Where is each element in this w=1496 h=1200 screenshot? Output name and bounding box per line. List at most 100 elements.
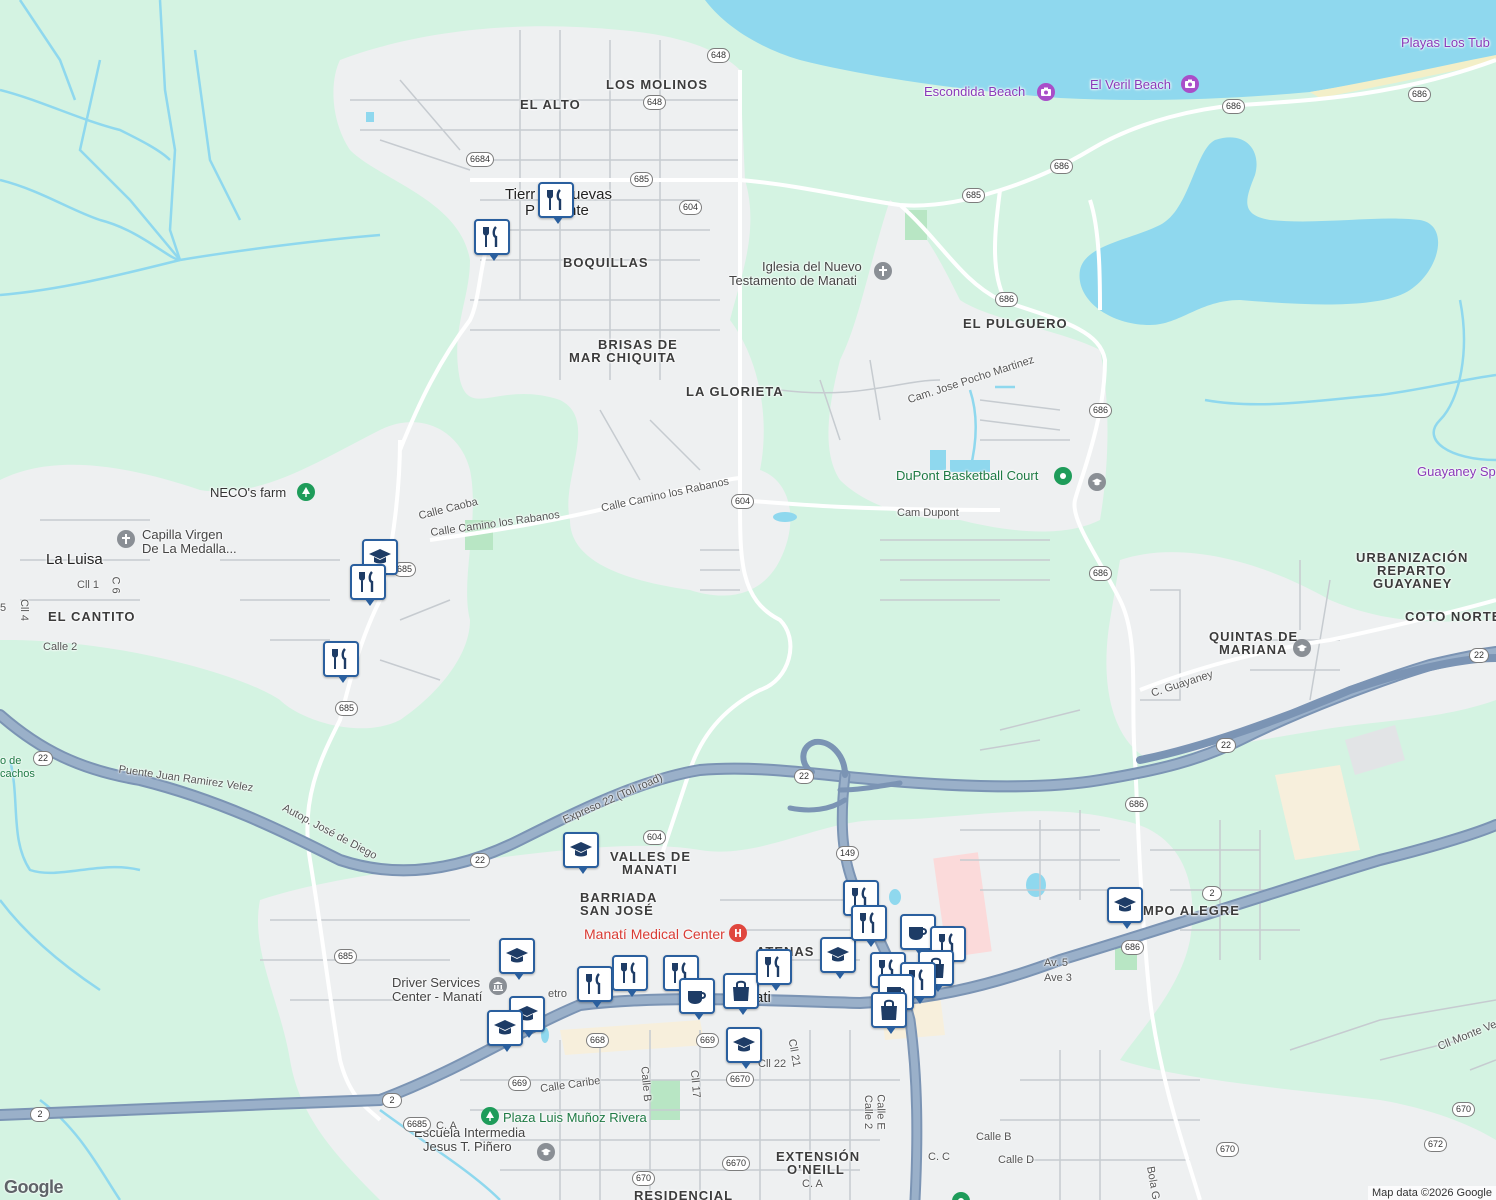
church-cross-icon[interactable] bbox=[117, 530, 135, 548]
park-icon[interactable] bbox=[1054, 467, 1072, 485]
route-shield: 6670 bbox=[726, 1072, 755, 1087]
camera-icon[interactable] bbox=[1181, 75, 1199, 93]
school-pin[interactable] bbox=[820, 937, 856, 979]
school-pin[interactable] bbox=[563, 832, 599, 874]
poi-guayaney[interactable]: Guayaney Sp bbox=[1417, 465, 1496, 479]
area-tierras-nuevas-2: uevas bbox=[572, 186, 613, 203]
route-shield: 685 bbox=[630, 172, 654, 187]
street-cam-dupont: Cam Dupont bbox=[897, 507, 959, 519]
poi-iglesia-1[interactable]: Iglesia del Nuevo bbox=[762, 260, 862, 274]
poi-playas-los-tub[interactable]: Playas Los Tub bbox=[1401, 36, 1490, 50]
school-icon[interactable] bbox=[1293, 639, 1311, 657]
street-cll1: Cll 1 bbox=[77, 579, 100, 591]
poi-driver-2[interactable]: Center - Manatí bbox=[392, 990, 482, 1004]
route-shield: 686 bbox=[1050, 159, 1074, 174]
route-shield: 686 bbox=[995, 292, 1019, 307]
school-icon bbox=[827, 947, 849, 962]
area-valles-2: MANATI bbox=[622, 862, 678, 877]
poi-necos-farm[interactable]: NECO's farm bbox=[210, 486, 286, 500]
school-pin[interactable] bbox=[499, 938, 535, 980]
poi-capilla-2[interactable]: De La Medalla... bbox=[142, 542, 237, 556]
map-base-layer bbox=[0, 0, 1496, 1200]
area-coto-norte: COTO NORTE bbox=[1405, 609, 1496, 624]
route-shield: 2 bbox=[1202, 886, 1222, 901]
poi-driver-1[interactable]: Driver Services bbox=[392, 976, 480, 990]
restaurant-pin[interactable] bbox=[323, 641, 359, 683]
tree-icon[interactable] bbox=[297, 483, 315, 501]
route-shield: 670 bbox=[1452, 1102, 1476, 1117]
hospital-icon[interactable] bbox=[729, 924, 747, 942]
poi-medical-center[interactable]: Manatí Medical Center bbox=[584, 927, 725, 941]
street-av5: Av. 5 bbox=[1044, 957, 1069, 969]
poi-escuela-1[interactable]: Escuela Intermedia bbox=[414, 1126, 525, 1140]
area-la-glorieta: LA GLORIETA bbox=[686, 384, 784, 399]
route-shield: 648 bbox=[643, 95, 667, 110]
area-boquillas: BOQUILLAS bbox=[563, 255, 649, 270]
school-icon bbox=[570, 842, 592, 857]
restaurant-icon bbox=[332, 648, 347, 669]
street-c5: 5 bbox=[0, 602, 7, 614]
route-shield: 604 bbox=[643, 830, 667, 845]
school-icon bbox=[494, 1020, 516, 1035]
route-shield: 686 bbox=[1089, 566, 1113, 581]
area-el-pulguero: EL PULGUERO bbox=[963, 316, 1068, 331]
street-calle-2b: Calle 2 bbox=[862, 1094, 875, 1130]
route-shield: 149 bbox=[836, 846, 860, 861]
shopping-pin[interactable] bbox=[723, 973, 759, 1015]
restaurant-pin[interactable] bbox=[612, 955, 648, 997]
route-shield: 2 bbox=[382, 1093, 402, 1108]
poi-escuela-2[interactable]: Jesus T. Piñero bbox=[423, 1140, 512, 1154]
school-pin[interactable] bbox=[1107, 887, 1143, 929]
area-brisas-2: MAR CHIQUITA bbox=[569, 350, 677, 365]
school-icon bbox=[733, 1037, 755, 1052]
restaurant-pin[interactable] bbox=[756, 949, 792, 991]
route-shield: 686 bbox=[1222, 99, 1246, 114]
route-shield: 685 bbox=[334, 949, 358, 964]
area-la-luisa: La Luisa bbox=[46, 551, 103, 568]
street-c-c: C. C bbox=[928, 1151, 950, 1163]
route-shield: 686 bbox=[1121, 940, 1145, 955]
route-shield: 686 bbox=[1125, 797, 1149, 812]
area-residencial: RESIDENCIAL bbox=[634, 1188, 734, 1200]
shopping-bag-icon bbox=[881, 999, 897, 1020]
route-shield: 22 bbox=[794, 769, 814, 784]
poi-capilla-1[interactable]: Capilla Virgen bbox=[142, 528, 223, 542]
restaurant-pin[interactable] bbox=[350, 564, 386, 606]
coffee-cup-icon bbox=[688, 991, 706, 1004]
area-extension-2: O'NEILL bbox=[787, 1162, 845, 1177]
street-calle-d: Calle D bbox=[998, 1154, 1035, 1166]
restaurant-pin[interactable] bbox=[851, 905, 887, 947]
street-c-a1: C. A bbox=[436, 1120, 457, 1132]
school-pin[interactable] bbox=[726, 1027, 762, 1069]
map-attribution[interactable]: Map data ©2026 Google bbox=[1367, 1186, 1496, 1200]
poi-iglesia-2[interactable]: Testamento de Manati bbox=[729, 274, 857, 288]
school-pin[interactable] bbox=[487, 1010, 523, 1052]
restaurant-pin[interactable] bbox=[538, 182, 574, 224]
poi-dupont-court[interactable]: DuPont Basketball Court bbox=[896, 469, 1038, 483]
tree-icon[interactable] bbox=[481, 1107, 499, 1125]
route-shield: 686 bbox=[1408, 87, 1432, 102]
church-cross-icon[interactable] bbox=[874, 262, 892, 280]
restaurant-pin[interactable] bbox=[577, 966, 613, 1008]
school-icon[interactable] bbox=[537, 1143, 555, 1161]
government-building-icon[interactable] bbox=[489, 977, 507, 995]
route-shield: 604 bbox=[731, 494, 755, 509]
area-el-cantito: EL CANTITO bbox=[48, 609, 136, 624]
route-shield: 668 bbox=[586, 1033, 610, 1048]
cafe-pin[interactable] bbox=[679, 978, 715, 1020]
route-shield: 672 bbox=[1424, 1137, 1448, 1152]
area-quintas-2: MARIANA bbox=[1219, 642, 1288, 657]
street-c-a2: C. A bbox=[802, 1178, 823, 1190]
camera-icon[interactable] bbox=[1037, 83, 1055, 101]
school-icon[interactable] bbox=[1088, 473, 1106, 491]
shopping-pin[interactable] bbox=[871, 992, 907, 1034]
area-barriada-2: SAN JOSÉ bbox=[580, 903, 654, 918]
street-cll22: Cll 22 bbox=[758, 1058, 787, 1070]
restaurant-pin[interactable] bbox=[474, 219, 510, 261]
poi-el-veril-beach[interactable]: El Veril Beach bbox=[1090, 78, 1171, 92]
poi-plaza[interactable]: Plaza Luis Muñoz Rivera bbox=[503, 1111, 647, 1125]
route-shield: 22 bbox=[1216, 738, 1236, 753]
street-metro: etro bbox=[548, 988, 567, 1000]
map-canvas[interactable]: LOS MOLINOS EL ALTO Tierr uevas P nte BO… bbox=[0, 0, 1496, 1200]
poi-escondida-beach[interactable]: Escondida Beach bbox=[924, 85, 1025, 99]
